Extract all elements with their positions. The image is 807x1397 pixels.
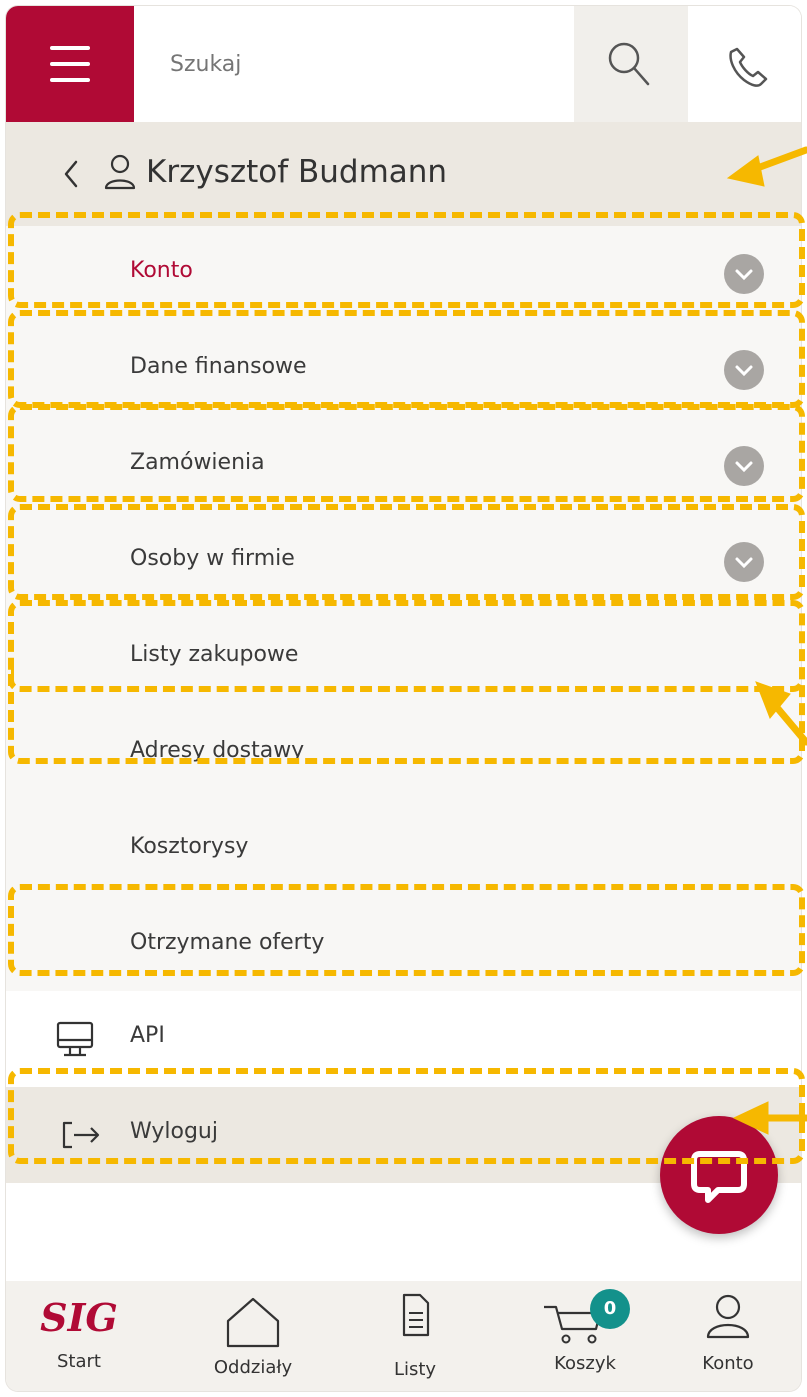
annotation-arrow-logout bbox=[732, 1101, 807, 1135]
annotation-arrows bbox=[726, 146, 807, 1135]
annotation-arrow-user bbox=[726, 146, 807, 187]
annotation-arrow-adresy bbox=[755, 681, 807, 746]
